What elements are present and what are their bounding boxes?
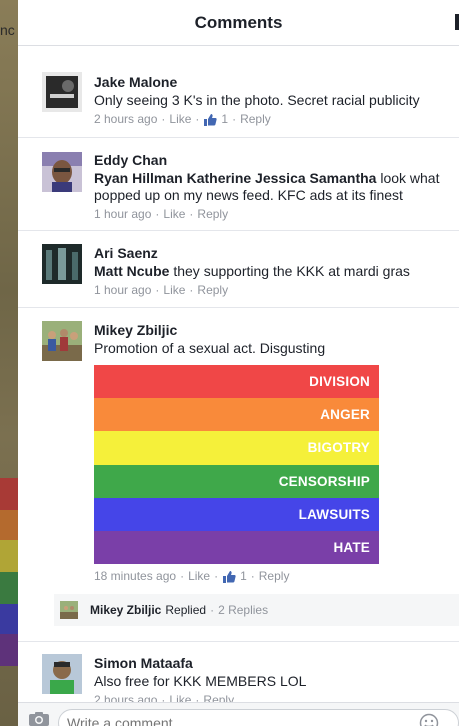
comment-composer — [18, 702, 459, 726]
flag-band-anger: ANGER — [94, 398, 379, 432]
comment-text: Ryan Hillman Katherine Jessica Samantha … — [94, 170, 440, 203]
edge-glyph — [455, 14, 459, 30]
mention-tags[interactable]: Ryan Hillman Katherine Jessica Samantha — [94, 170, 376, 186]
like-button[interactable]: Like — [188, 569, 210, 584]
comment-meta: 1 hour ago · Like · Reply — [94, 207, 229, 222]
reply-avatar — [60, 601, 78, 619]
flag-band-censorship: CENSORSHIP — [94, 464, 379, 498]
comment-input[interactable] — [58, 709, 459, 726]
comments-sheet: Comments Jake Malone Only seeing 3 K's i… — [18, 0, 459, 726]
comment-text: Only seeing 3 K's in the photo. Secret r… — [94, 92, 420, 108]
comment-author[interactable]: Mikey Zbiljic — [94, 321, 449, 339]
comment-item: Jake Malone Only seeing 3 K's in the pho… — [18, 60, 459, 138]
comment-text: Also free for KKK MEMBERS LOL — [94, 673, 307, 689]
page-title: Comments — [194, 12, 283, 32]
emoji-icon[interactable] — [419, 713, 439, 726]
camera-icon[interactable] — [28, 711, 50, 726]
reply-button[interactable]: Reply — [197, 283, 228, 298]
comment-author[interactable]: Eddy Chan — [94, 151, 449, 169]
reply-count: 2 Replies — [218, 603, 269, 617]
comment-meta: 1 hour ago · Like · Reply — [94, 283, 229, 298]
comment-time: 1 hour ago — [94, 283, 152, 297]
reply-button[interactable]: Reply — [240, 112, 271, 127]
comment-author[interactable]: Jake Malone — [94, 73, 449, 91]
reply-author: Mikey Zbiljic — [90, 603, 162, 617]
like-button[interactable]: Like — [163, 207, 185, 222]
reply-action: Replied — [165, 603, 207, 617]
avatar[interactable] — [42, 654, 82, 694]
reply-button[interactable]: Reply — [259, 569, 290, 584]
comment-time: 1 hour ago — [94, 207, 152, 221]
comment-meta: 2 hours ago · Like · 1 · Reply — [94, 112, 271, 127]
flag-band-hate: HATE — [94, 530, 379, 565]
comment-author[interactable]: Simon Mataafa — [94, 654, 449, 672]
flag-band-bigotry: BIGOTRY — [94, 431, 379, 465]
mention-tags[interactable]: Matt Ncube — [94, 263, 169, 279]
comment-time: 18 minutes ago — [94, 569, 177, 583]
like-button[interactable]: Like — [163, 283, 185, 298]
comment-item: Mikey Zbiljic Promotion of a sexual act.… — [18, 308, 459, 642]
avatar[interactable] — [42, 72, 82, 112]
comments-header: Comments — [18, 0, 459, 46]
like-count: 1 — [221, 112, 229, 126]
avatar[interactable] — [42, 321, 82, 361]
avatar[interactable] — [42, 244, 82, 284]
comment-item: Ari Saenz Matt Ncube they supporting the… — [18, 231, 459, 308]
comment-time: 2 hours ago — [94, 112, 158, 126]
comment-item: Eddy Chan Ryan Hillman Katherine Jessica… — [18, 138, 459, 231]
thumbs-up-icon — [223, 570, 236, 583]
view-replies-row[interactable]: Mikey Zbiljic Replied · 2 Replies — [54, 594, 459, 626]
like-button[interactable]: Like — [169, 112, 191, 127]
reply-button[interactable]: Reply — [197, 207, 228, 222]
flag-band-lawsuits: LAWSUITS — [94, 497, 379, 531]
comment-author[interactable]: Ari Saenz — [94, 244, 449, 262]
flag-band-division: DIVISION — [94, 365, 379, 399]
avatar[interactable] — [42, 152, 82, 192]
thumbs-up-icon — [204, 113, 218, 126]
comment-text: Promotion of a sexual act. Disgusting — [94, 340, 326, 356]
like-count: 1 — [240, 569, 247, 583]
comment-meta: 18 minutes ago · Like · 1 · Reply — [94, 569, 290, 584]
comment-text: Matt Ncube they supporting the KKK at ma… — [94, 263, 410, 279]
background-text: nc — [0, 22, 15, 38]
rainbow-flag-image[interactable]: DIVISION ANGER BIGOTRY CENSORSHIP LAWSUI… — [94, 365, 379, 565]
